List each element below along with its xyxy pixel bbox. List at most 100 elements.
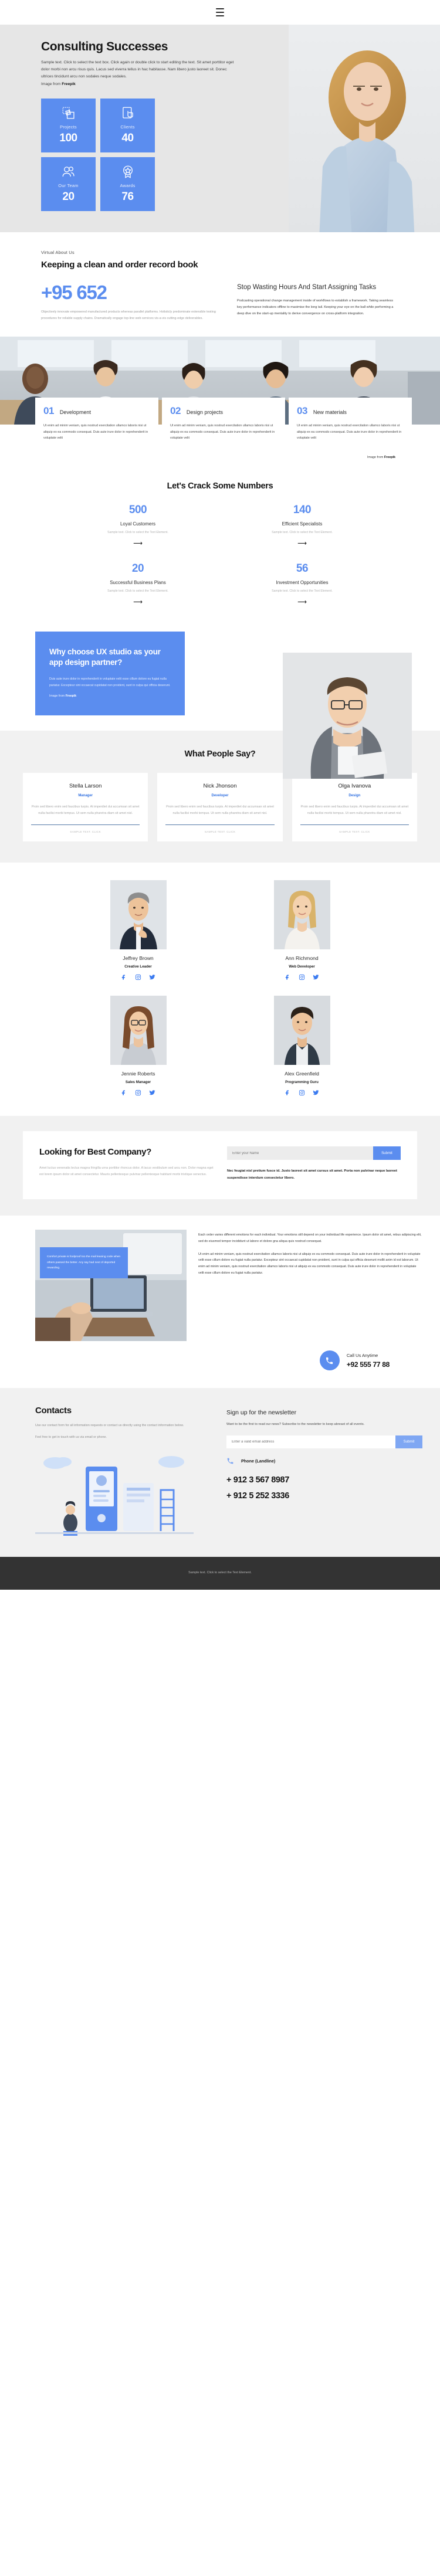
stat-card-clients[interactable]: Clients 40 [100, 98, 155, 152]
number-value: 20 [131, 562, 144, 575]
stat-label: Clients [120, 124, 135, 130]
facebook-icon[interactable] [121, 1090, 127, 1096]
ux-text: Duis aute irure dolor in reprehenderit i… [49, 677, 171, 687]
instagram-icon[interactable] [135, 974, 141, 980]
feature-text: Ut enim ad minim veniam, quis nostrud ex… [170, 424, 275, 440]
arrow-right-icon[interactable]: ⟶ [220, 599, 384, 606]
member-role: Sales Manager [125, 1080, 151, 1085]
call-us-section: Call Us Anytime +92 555 77 88 [0, 1347, 440, 1389]
twitter-icon[interactable] [149, 974, 155, 980]
testimonial-name: Stella Larson [69, 783, 102, 790]
testimonial-card[interactable]: Nick Jhonson Developer Proin sed libero … [157, 773, 283, 842]
feature-number: 02 [170, 405, 181, 417]
testimonial-name: Olga Ivanova [338, 783, 371, 790]
features-credit-source: Freepik [384, 455, 395, 459]
phone-icon[interactable] [319, 1350, 340, 1371]
contacts-illustration [35, 1449, 194, 1537]
ux-credit: Image from Freepik [49, 694, 171, 698]
feature-title: Development [59, 409, 91, 416]
call-number[interactable]: +92 555 77 88 [347, 1360, 390, 1369]
testimonial-card[interactable]: Olga Ivanova Design Proin sed libero eni… [292, 773, 417, 842]
submit-button[interactable]: Submit [373, 1146, 401, 1160]
twitter-icon[interactable] [313, 1090, 319, 1096]
feature-card[interactable]: 01 Development Ut enim ad minim veniam, … [35, 398, 158, 452]
about-right-title: Stop Wasting Hours And Start Assigning T… [237, 283, 377, 291]
info-section: Comfort private is foolproof too the mai… [0, 1216, 440, 1348]
name-input[interactable] [227, 1146, 373, 1160]
number-cell: 140 Efficient Specialists Sample text. C… [220, 504, 384, 547]
features-section: 01 Development Ut enim ad minim veniam, … [0, 398, 440, 464]
laptop-photo [35, 1230, 187, 1342]
twitter-icon[interactable] [313, 974, 319, 980]
number-sub: Sample text. Click to select the Text El… [272, 530, 333, 534]
feature-number: 03 [297, 405, 307, 417]
member-photo [110, 996, 167, 1065]
stat-card-awards[interactable]: Awards 76 [100, 157, 155, 211]
hamburger-menu-icon[interactable] [214, 4, 226, 21]
instagram-icon[interactable] [299, 974, 305, 980]
hero-credit-source: Freepik [62, 82, 76, 86]
testimonial-divider [31, 824, 140, 826]
cta-form: Submit [227, 1146, 401, 1160]
feature-title: Design projects [186, 409, 223, 416]
hero-credit-prefix: Image from [41, 82, 62, 86]
top-navigation-bar [0, 0, 440, 25]
features-credit-prefix: Image from [367, 455, 384, 459]
cta-section: Looking for Best Company? Amet luctus ve… [0, 1116, 440, 1216]
twitter-icon[interactable] [149, 1090, 155, 1096]
instagram-icon[interactable] [135, 1090, 141, 1096]
stat-card-projects[interactable]: Projects 100 [41, 98, 96, 152]
number-value: 500 [128, 503, 147, 516]
facebook-icon[interactable] [285, 974, 291, 980]
member-name: Jeffrey Brown [123, 955, 154, 962]
member-photo [273, 880, 330, 950]
testimonial-role: Developer [211, 794, 229, 798]
arrow-right-icon[interactable]: ⟶ [56, 540, 220, 547]
member-socials [246, 1090, 358, 1096]
number-label: Investment Opportunities [276, 579, 329, 585]
cta-title: Looking for Best Company? [39, 1147, 151, 1158]
team-people-icon [61, 164, 76, 179]
phone-number-2[interactable]: + 912 5 252 3336 [226, 1491, 422, 1501]
phone-number-1[interactable]: + 912 3 567 8987 [226, 1475, 422, 1485]
stat-label: Our Team [58, 183, 79, 189]
call-label: Call Us Anytime [346, 1352, 378, 1358]
number-sub: Sample text. Click to select the Text El… [107, 530, 168, 534]
email-input[interactable] [226, 1435, 395, 1448]
testimonial-card[interactable]: Stella Larson Manager Proin sed libero e… [23, 773, 148, 842]
feature-card[interactable]: 02 Design projects Ut enim ad minim veni… [162, 398, 285, 452]
member-role: Programming Guru [285, 1080, 319, 1085]
phone-icon [227, 1458, 233, 1464]
facebook-icon[interactable] [121, 974, 127, 980]
number-value: 56 [296, 562, 309, 575]
click-document-icon [120, 106, 136, 121]
testimonial-quote: Proin sed libero enim sed faucibus turpi… [300, 805, 409, 816]
newsletter-form: Submit [226, 1435, 422, 1448]
arrow-right-icon[interactable]: ⟶ [56, 599, 220, 606]
number-cell: 500 Loyal Customers Sample text. Click t… [56, 504, 220, 547]
stat-value: 20 [62, 191, 75, 203]
testimonial-meta: SAMPLE TEXT. CLICK [204, 830, 236, 834]
testimonial-divider [300, 824, 409, 826]
facebook-icon[interactable] [285, 1090, 291, 1096]
contacts-title: Contacts [35, 1406, 72, 1416]
footer-text: Sample text. Click to select the Text El… [188, 1570, 252, 1574]
feature-title: New materials [313, 409, 347, 416]
member-socials [82, 1090, 194, 1096]
arrow-right-icon[interactable]: ⟶ [220, 540, 384, 547]
award-badge-icon [120, 164, 136, 179]
stat-card-our-team[interactable]: Our Team 20 [41, 157, 96, 211]
member-photo [273, 996, 330, 1065]
feature-card[interactable]: 03 New materials Ut enim ad minim veniam… [289, 398, 412, 452]
newsletter-text: Want to be the first to read our news? S… [226, 1423, 365, 1427]
page-title: Consulting Successes [41, 40, 168, 53]
newsletter-title: Sign up for the newsletter [226, 1409, 297, 1417]
hero-lead-text: Sample text. Click to select the text bo… [41, 59, 235, 88]
ux-credit-prefix: Image from [49, 694, 66, 698]
newsletter-submit-button[interactable]: Submit [395, 1435, 422, 1448]
number-cell: 56 Investment Opportunities Sample text.… [220, 562, 384, 606]
stat-value: 100 [59, 132, 77, 145]
instagram-icon[interactable] [299, 1090, 305, 1096]
number-label: Successful Business Plans [110, 579, 166, 585]
team-member: Jennie Roberts Sales Manager [82, 996, 194, 1096]
